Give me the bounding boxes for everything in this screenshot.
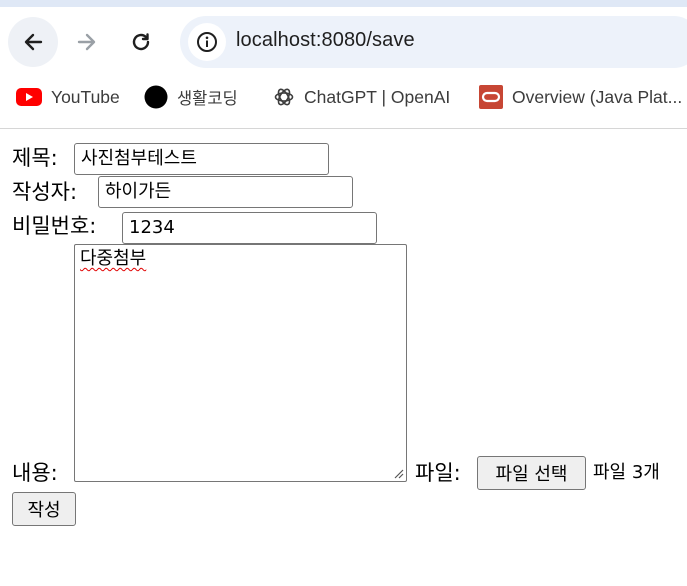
black-circle-icon <box>144 85 168 109</box>
contents-text: 다중첨부 <box>80 248 147 269</box>
bookmark-label: YouTube <box>51 86 120 107</box>
title-input[interactable]: 사진첨부테스트 <box>74 143 329 175</box>
contents-textarea[interactable]: 다중첨부 <box>74 244 407 482</box>
bookmark-label: ChatGPT | OpenAI <box>304 86 451 107</box>
title-label: 제목: <box>12 146 58 170</box>
browser-toolbar: localhost:8080/save YouTube 생활코딩 ChatGPT… <box>0 0 687 129</box>
bookmark-label: 생활코딩 <box>177 89 238 108</box>
password-label: 비밀번호: <box>12 214 97 238</box>
arrow-right-icon <box>77 33 96 51</box>
file-count-text: 파일 3개 <box>593 462 660 483</box>
info-icon <box>197 32 217 52</box>
bookmark-youtube[interactable]: YouTube <box>16 80 120 114</box>
bookmark-label: Overview (Java Plat... <box>512 86 683 107</box>
bookmark-java-overview[interactable]: Overview (Java Plat... <box>479 80 682 114</box>
forward-button[interactable] <box>62 17 112 67</box>
tab-strip <box>0 0 687 7</box>
resize-grip-icon[interactable] <box>392 467 404 479</box>
save-form: 제목: 사진첨부테스트 작성자: 하이가든 비밀번호: 1234 내용: 다중첨… <box>0 130 687 586</box>
bookmark-chatgpt[interactable]: ChatGPT | OpenAI <box>273 80 450 114</box>
arrow-left-icon <box>24 33 43 51</box>
address-bar[interactable]: localhost:8080/save <box>180 16 687 68</box>
submit-button[interactable]: 작성 <box>12 492 76 526</box>
file-select-button[interactable]: 파일 선택 <box>477 456 586 490</box>
url-text[interactable]: localhost:8080/save <box>236 29 415 52</box>
bookmark-saenghwal-coding[interactable]: 생활코딩 <box>144 80 238 114</box>
password-input[interactable]: 1234 <box>122 212 377 244</box>
contents-label: 내용: <box>12 461 58 485</box>
youtube-icon <box>16 88 42 106</box>
oracle-icon <box>479 85 503 109</box>
reload-button[interactable] <box>116 17 166 67</box>
back-button[interactable] <box>8 17 58 67</box>
openai-icon <box>274 88 294 106</box>
bookmarks-bar: YouTube 생활코딩 ChatGPT | OpenAI Overview (… <box>0 80 687 114</box>
writer-input[interactable]: 하이가든 <box>98 176 353 208</box>
reload-icon <box>132 33 150 51</box>
writer-label: 작성자: <box>12 180 78 204</box>
site-info-button[interactable] <box>188 23 226 61</box>
file-label: 파일: <box>415 461 461 485</box>
